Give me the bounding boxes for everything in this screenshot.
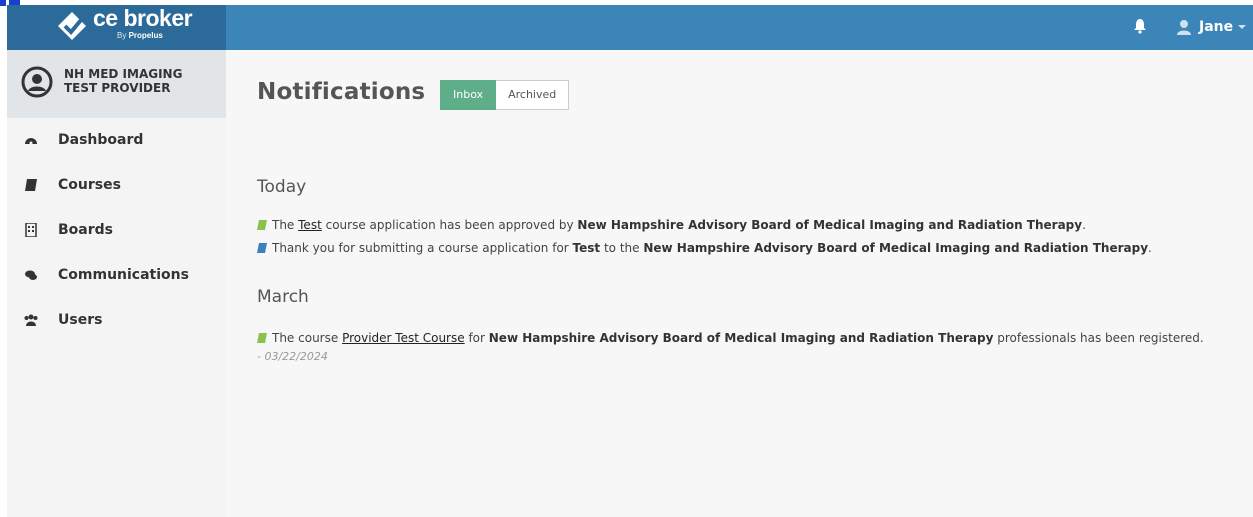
- sidebar-item-label: Boards: [58, 222, 113, 238]
- sidebar-item-label: Courses: [58, 177, 121, 193]
- sidebar-item-label: Communications: [58, 267, 189, 283]
- sidebar-item-label: Users: [58, 312, 103, 328]
- section-heading-today: Today: [257, 177, 307, 197]
- user-name: Jane: [1199, 19, 1234, 35]
- notification-tabs: Inbox Archived: [440, 80, 570, 110]
- notification-item: Thank you for submitting a course applic…: [257, 241, 1152, 255]
- logo[interactable]: ce broker By Propelus: [7, 5, 226, 50]
- sidebar-item-users[interactable]: Users: [7, 298, 226, 343]
- notification-item: The Test course application has been app…: [257, 218, 1086, 232]
- section-heading-march: March: [257, 287, 309, 307]
- provider-name: NH MED IMAGING TEST PROVIDER: [64, 67, 183, 95]
- logo-mark-icon: [58, 12, 86, 40]
- notification-date: - 03/22/2024: [257, 350, 328, 363]
- sidebar-item-courses[interactable]: Courses: [7, 163, 226, 208]
- course-link[interactable]: Provider Test Course: [342, 331, 465, 345]
- bell-icon[interactable]: [1133, 18, 1147, 34]
- top-bar: ce broker By Propelus Jane: [7, 5, 1253, 50]
- main-content: Notifications Inbox Archived Today The T…: [226, 50, 1253, 517]
- sidebar: NH MED IMAGING TEST PROVIDER Dashboard C…: [7, 50, 226, 517]
- sidebar-item-dashboard[interactable]: Dashboard: [7, 118, 226, 163]
- tab-archived[interactable]: Archived: [496, 80, 570, 110]
- comments-icon: [25, 270, 37, 280]
- provider-card[interactable]: NH MED IMAGING TEST PROVIDER: [7, 50, 226, 118]
- sidebar-item-label: Dashboard: [58, 132, 144, 148]
- page-title: Notifications: [257, 79, 426, 105]
- book-icon: [257, 243, 267, 253]
- course-link[interactable]: Test: [298, 218, 322, 232]
- users-icon: [24, 314, 38, 326]
- logo-text: ce broker: [93, 5, 193, 31]
- sidebar-nav: Dashboard Courses Boards Communications: [7, 118, 226, 343]
- logo-subtitle: By Propelus: [117, 31, 163, 40]
- sidebar-item-boards[interactable]: Boards: [7, 208, 226, 253]
- book-icon: [257, 220, 267, 230]
- chevron-down-icon: [1238, 25, 1247, 29]
- book-icon: [257, 333, 267, 343]
- avatar-icon: [21, 66, 53, 98]
- user-menu[interactable]: Jane: [1177, 15, 1247, 39]
- notification-item: The course Provider Test Course for New …: [257, 331, 1204, 345]
- tab-inbox[interactable]: Inbox: [440, 80, 497, 110]
- building-icon: [25, 223, 37, 237]
- book-icon: [25, 179, 37, 191]
- dashboard-icon: [25, 138, 37, 145]
- user-icon: [1177, 20, 1191, 35]
- sidebar-item-communications[interactable]: Communications: [7, 253, 226, 298]
